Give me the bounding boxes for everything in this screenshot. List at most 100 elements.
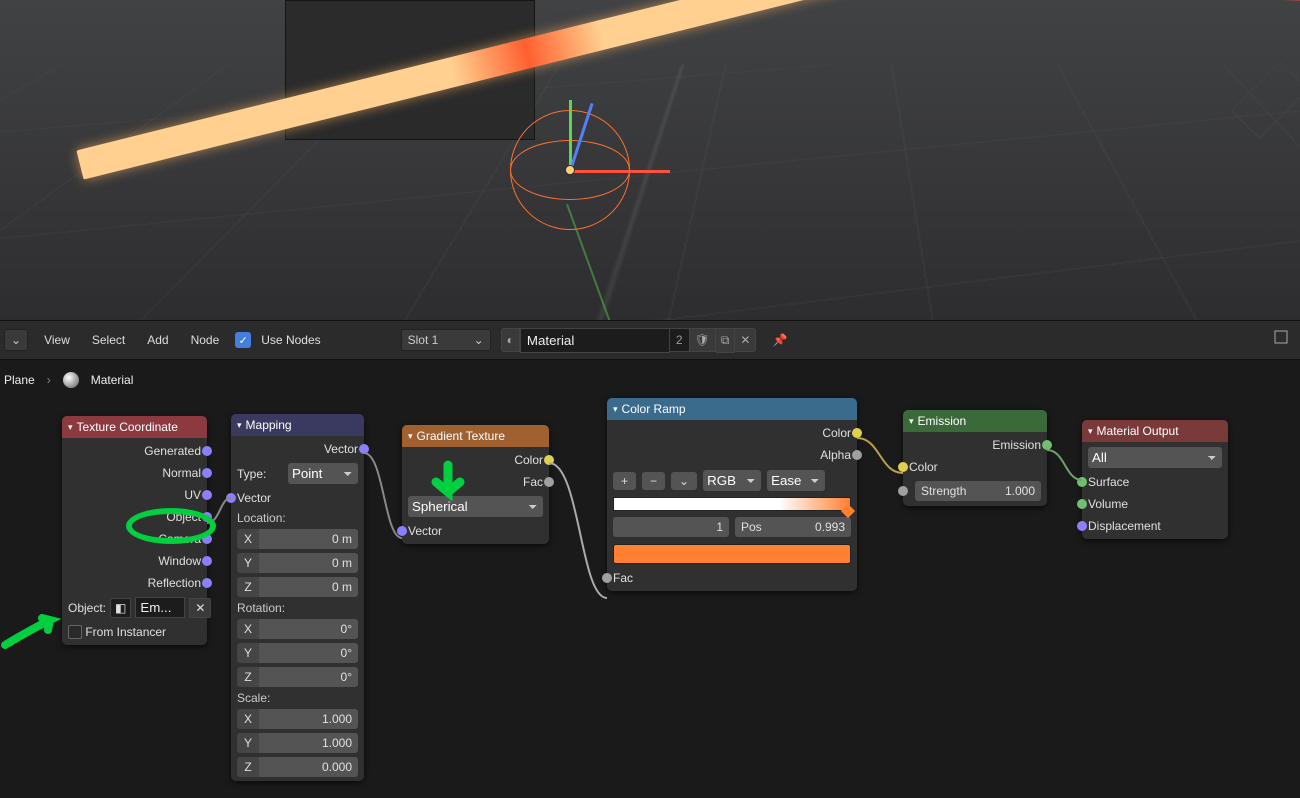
gradient-type-select[interactable]: Spherical [408, 496, 543, 517]
node-title: Color Ramp [622, 402, 686, 416]
node-title: Texture Coordinate [77, 420, 178, 434]
ramp-interpolation[interactable]: Ease [767, 470, 825, 491]
location-z[interactable]: Z0 m [231, 575, 364, 599]
breadcrumb-object[interactable]: Plane [4, 373, 35, 387]
node-title: Gradient Texture [417, 429, 506, 443]
scale-y[interactable]: Y1.000 [231, 731, 364, 755]
socket-camera[interactable]: Camera [62, 528, 207, 550]
node-title: Mapping [246, 418, 292, 432]
image-icon [1274, 330, 1288, 344]
output-target-row: All [1082, 444, 1228, 471]
location-x[interactable]: X0 m [231, 527, 364, 551]
emission-strength-row[interactable]: Strength1.000 [903, 478, 1047, 504]
node-texture-coordinate[interactable]: ▾Texture Coordinate Generated Normal UV … [62, 416, 207, 645]
node-gradient-texture[interactable]: ▾Gradient Texture Color Fac Spherical Ve… [402, 425, 549, 544]
close-icon[interactable]: ✕ [189, 598, 211, 618]
socket-volume-in[interactable]: Volume [1082, 493, 1228, 515]
copy-icon[interactable]: ⧉ [716, 328, 736, 353]
transform-gizmo[interactable] [570, 170, 670, 173]
color-ramp-gradient[interactable] [613, 497, 851, 511]
use-nodes-checkbox[interactable]: ✓ [235, 332, 251, 348]
ramp-stop-position[interactable]: Pos0.993 [735, 517, 851, 537]
mapping-type-select[interactable]: Point [288, 463, 358, 484]
empty-icon[interactable]: ◧ [110, 598, 131, 618]
camera-wireframe [1231, 61, 1300, 139]
shield-icon[interactable]: 🛡 [690, 328, 716, 352]
from-instancer-label: From Instancer [85, 625, 166, 639]
material-selector: ◐ 2 🛡 ⧉ ✕ [501, 328, 757, 353]
socket-vector-in[interactable]: Vector [402, 520, 549, 542]
node-header[interactable]: ▾Material Output [1082, 420, 1228, 442]
socket-alpha-out[interactable]: Alpha [607, 444, 857, 466]
socket-window[interactable]: Window [62, 550, 207, 572]
rotation-y[interactable]: Y0° [231, 641, 364, 665]
ramp-tools-menu[interactable]: ⌄ [671, 472, 697, 490]
ramp-remove-stop[interactable]: − [642, 472, 665, 490]
socket-color-out[interactable]: Color [607, 422, 857, 444]
pin-icon[interactable]: 📌 [766, 333, 793, 347]
node-material-output[interactable]: ▾Material Output All Surface Volume Disp… [1082, 420, 1228, 539]
node-emission[interactable]: ▾Emission Emission Color Strength1.000 [903, 410, 1047, 506]
select-menu[interactable]: Select [86, 329, 131, 351]
editor-type-dropdown[interactable]: ⌄ [4, 329, 28, 351]
output-target-select[interactable]: All [1088, 447, 1222, 468]
socket-vector-in[interactable]: Vector [231, 487, 364, 509]
type-label: Type: [237, 467, 266, 481]
node-header[interactable]: ▾ Texture Coordinate [62, 416, 207, 438]
object-field-label: Object: [68, 601, 106, 615]
socket-displacement-in[interactable]: Displacement [1082, 515, 1228, 537]
ramp-color-mode[interactable]: RGB [703, 470, 761, 491]
gradient-type-row: Spherical [402, 493, 549, 520]
ramp-add-stop[interactable]: + [613, 472, 636, 490]
rotation-x[interactable]: X0° [231, 617, 364, 641]
ramp-stop-color-swatch[interactable] [613, 544, 851, 564]
node-editor-canvas[interactable]: ▾Texture Coordinate Generated Normal UV … [0, 398, 1300, 798]
socket-color-in[interactable]: Color [903, 456, 1047, 478]
socket-normal[interactable]: Normal [62, 462, 207, 484]
location-y[interactable]: Y0 m [231, 551, 364, 575]
view-menu[interactable]: View [38, 329, 76, 351]
chevron-down-icon: ⌄ [474, 333, 484, 347]
socket-color-out[interactable]: Color [402, 449, 549, 471]
from-instancer-checkbox[interactable] [68, 625, 82, 639]
material-sphere-icon [63, 372, 79, 388]
from-instancer-checkbox-row[interactable]: From Instancer [62, 621, 207, 643]
socket-reflection[interactable]: Reflection [62, 572, 207, 594]
socket-fac-in[interactable]: Fac [607, 567, 857, 589]
breadcrumb-material[interactable]: Material [91, 373, 134, 387]
socket-fac-out[interactable]: Fac [402, 471, 549, 493]
material-slot-dropdown[interactable]: Slot 1⌄ [401, 329, 491, 351]
add-menu[interactable]: Add [141, 329, 174, 351]
scale-z[interactable]: Z0.000 [231, 755, 364, 779]
socket-uv[interactable]: UV [62, 484, 207, 506]
socket-object[interactable]: Object [62, 506, 207, 528]
socket-emission-out[interactable]: Emission [903, 434, 1047, 456]
node-menu[interactable]: Node [185, 329, 226, 351]
close-icon[interactable]: ✕ [735, 328, 756, 352]
chevron-right-icon: › [47, 373, 51, 387]
node-header[interactable]: ▾Emission [903, 410, 1047, 432]
socket-vector-out[interactable]: Vector [231, 438, 364, 460]
node-header[interactable]: ▾ Mapping [231, 414, 364, 436]
chevron-down-icon: ▾ [237, 420, 242, 431]
scale-x[interactable]: X1.000 [231, 707, 364, 731]
node-header[interactable]: ▾Color Ramp [607, 398, 857, 420]
backdrop-toggle[interactable] [1268, 324, 1294, 353]
node-header[interactable]: ▾Gradient Texture [402, 425, 549, 447]
rotation-z[interactable]: Z0° [231, 665, 364, 689]
viewport-3d[interactable] [0, 0, 1300, 320]
location-label: Location: [231, 509, 364, 527]
material-sphere-icon[interactable]: ◐ [501, 328, 520, 352]
ramp-stop-index[interactable]: 1 [613, 517, 729, 537]
breadcrumb: Plane › Material [4, 362, 133, 398]
object-reference-field[interactable] [135, 597, 185, 618]
material-user-count[interactable]: 2 [670, 328, 690, 352]
material-name-field[interactable] [520, 328, 670, 353]
chevron-down-icon: ⌄ [11, 333, 21, 347]
scale-label: Scale: [231, 689, 364, 707]
node-color-ramp[interactable]: ▾Color Ramp Color Alpha + − ⌄ RGB Ease 1… [607, 398, 857, 591]
chevron-down-icon: ▾ [68, 422, 73, 433]
node-mapping[interactable]: ▾ Mapping Vector Type: Point Vector Locati… [231, 414, 364, 781]
socket-surface-in[interactable]: Surface [1082, 471, 1228, 493]
socket-generated[interactable]: Generated [62, 440, 207, 462]
